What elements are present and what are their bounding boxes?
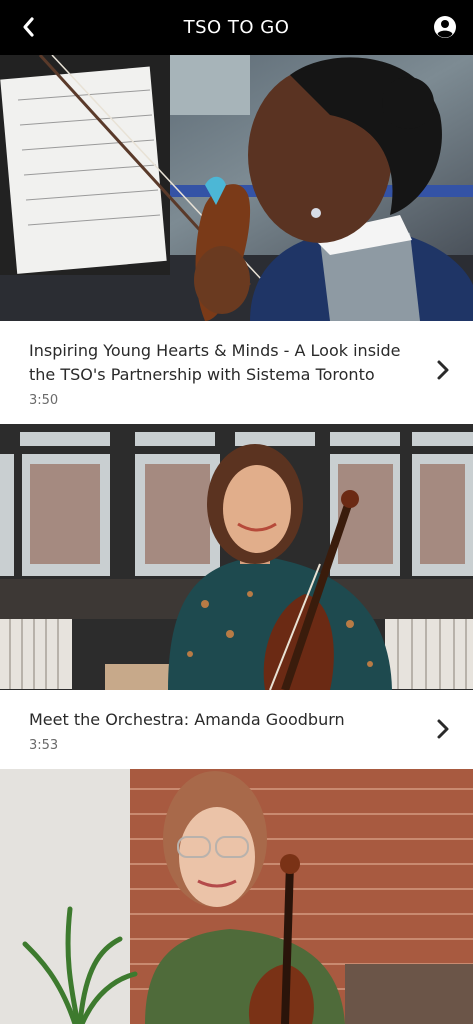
thumbnail-image	[0, 55, 473, 321]
page-title: TSO TO GO	[183, 17, 290, 38]
video-thumbnail[interactable]	[0, 769, 473, 1024]
video-thumbnail[interactable]	[0, 55, 473, 321]
video-info[interactable]: Inspiring Young Hearts & Minds - A Look …	[0, 321, 473, 424]
account-button[interactable]	[433, 15, 457, 39]
account-circle-icon	[434, 16, 456, 38]
chevron-right-icon[interactable]	[435, 718, 451, 740]
chevron-left-icon	[23, 17, 34, 37]
app-screen: TSO TO GO Inspiring Young Hearts & Minds…	[0, 0, 473, 1024]
video-info[interactable]: Meet the Orchestra: Amanda Goodburn 3:53	[0, 690, 473, 769]
back-button[interactable]	[14, 12, 42, 42]
video-thumbnail[interactable]	[0, 424, 473, 690]
video-title: Meet the Orchestra: Amanda Goodburn	[29, 710, 345, 729]
thumbnail-image	[0, 769, 473, 1024]
video-duration: 3:50	[29, 393, 59, 408]
thumbnail-image	[0, 424, 473, 690]
chevron-right-icon[interactable]	[435, 359, 451, 381]
video-title: Inspiring Young Hearts & Minds - A Look …	[29, 341, 401, 384]
video-list: Inspiring Young Hearts & Minds - A Look …	[0, 55, 473, 1024]
video-duration: 3:53	[29, 738, 59, 753]
top-bar: TSO TO GO	[0, 0, 473, 55]
